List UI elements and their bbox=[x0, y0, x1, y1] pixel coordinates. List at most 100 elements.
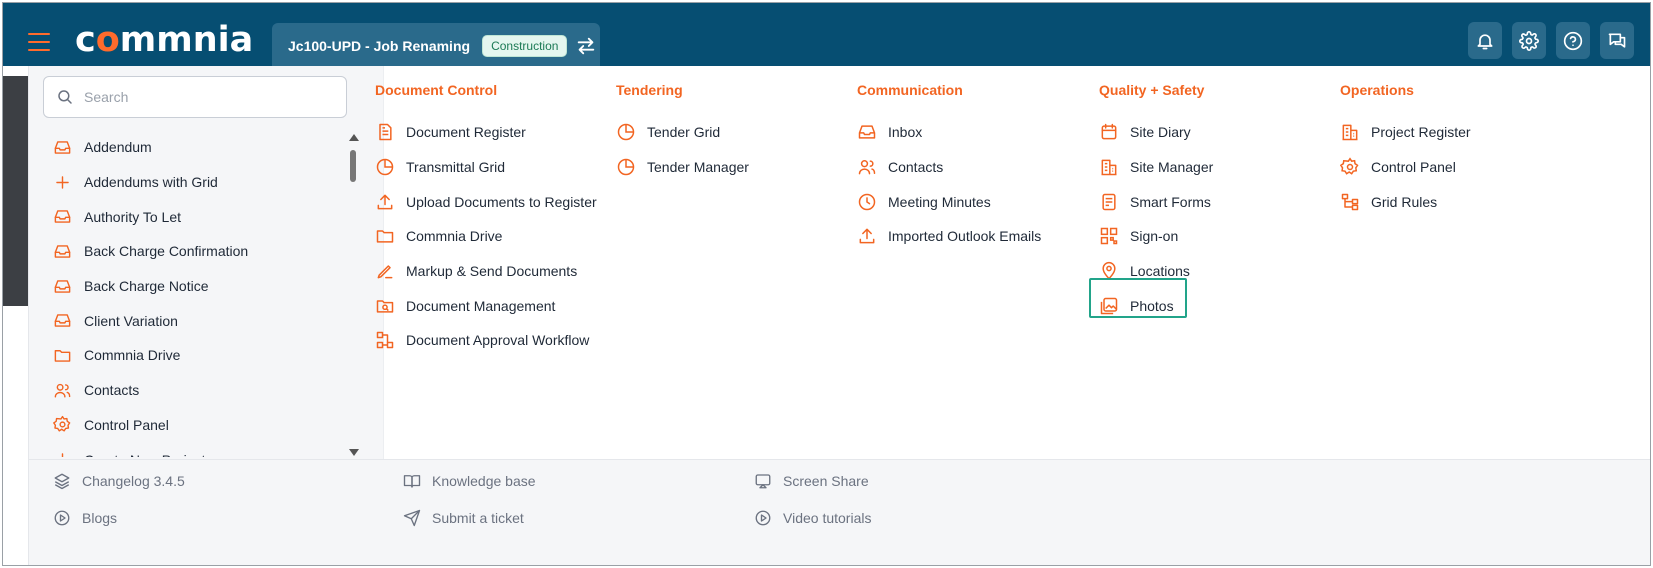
menu-item-control-panel[interactable]: Control Panel bbox=[1340, 150, 1580, 185]
users-icon bbox=[54, 383, 71, 398]
hamburger-menu-icon[interactable] bbox=[28, 33, 50, 53]
project-switcher[interactable]: Jc100-UPD - Job Renaming Construction bbox=[272, 23, 600, 68]
question-circle-icon bbox=[1563, 31, 1583, 50]
list-item[interactable]: Commnia Drive bbox=[29, 338, 359, 373]
list-item-label: Authority To Let bbox=[84, 208, 182, 225]
left-pane: Addendum Addendums with Grid Authority To … bbox=[29, 66, 384, 459]
settings-button[interactable] bbox=[1512, 22, 1546, 59]
send-icon bbox=[403, 509, 421, 527]
search-box[interactable] bbox=[43, 76, 347, 118]
photos-icon bbox=[1100, 297, 1118, 315]
inbox-icon bbox=[54, 279, 71, 293]
upload-icon bbox=[859, 228, 875, 244]
list-item[interactable]: Authority To Let bbox=[29, 199, 359, 234]
menu-item-transmittal-grid[interactable]: Transmittal Grid bbox=[375, 150, 615, 185]
list-item-label: Commnia Drive bbox=[84, 347, 181, 364]
map-pin-icon bbox=[1102, 262, 1116, 280]
users-icon bbox=[858, 160, 876, 175]
blogs-link[interactable]: Blogs bbox=[53, 509, 117, 527]
list-item-label: Back Charge Notice bbox=[84, 278, 209, 295]
project-type-badge: Construction bbox=[482, 34, 568, 57]
menu-item-markup-send[interactable]: Markup & Send Documents bbox=[375, 254, 615, 289]
menu-item-inbox[interactable]: Inbox bbox=[857, 115, 1097, 150]
book-icon bbox=[403, 475, 421, 488]
scrollbar[interactable] bbox=[347, 134, 359, 456]
list-item[interactable]: Back Charge Confirmation bbox=[29, 234, 359, 269]
list-item[interactable]: Create New Project bbox=[29, 442, 359, 457]
list-item-label: Addendum bbox=[84, 139, 152, 156]
list-item-label: Client Variation bbox=[84, 312, 178, 329]
column-operations: Operations Project Register Control Pane… bbox=[1340, 82, 1580, 219]
plus-icon bbox=[61, 453, 64, 457]
menu-item-commnia-drive[interactable]: Commnia Drive bbox=[375, 219, 615, 254]
menu-item-project-register[interactable]: Project Register bbox=[1340, 115, 1580, 150]
column-quality-safety: Quality + Safety Site Diary Site Manager… bbox=[1099, 82, 1339, 323]
menu-item-photos[interactable]: Photos bbox=[1099, 288, 1339, 323]
list-item[interactable]: Contacts bbox=[29, 373, 359, 408]
form-icon bbox=[1102, 193, 1116, 210]
list-item-label: Contacts bbox=[84, 382, 140, 399]
pen-icon bbox=[377, 265, 393, 279]
plus-icon bbox=[56, 175, 69, 189]
menu-item-locations[interactable]: Locations bbox=[1099, 254, 1339, 289]
column-title: Tendering bbox=[616, 82, 683, 98]
menu-item-tender-manager[interactable]: Tender Manager bbox=[616, 150, 856, 185]
menu-item-sign-on[interactable]: Sign-on bbox=[1099, 219, 1339, 254]
list-item[interactable]: Back Charge Notice bbox=[29, 269, 359, 304]
menu-item-meeting-minutes[interactable]: Meeting Minutes bbox=[857, 184, 1097, 219]
pie-chart-icon bbox=[617, 158, 635, 176]
document-icon bbox=[379, 124, 392, 141]
menu-item-document-management[interactable]: Document Management bbox=[375, 288, 615, 323]
menu-item-upload-documents[interactable]: Upload Documents to Register bbox=[375, 184, 615, 219]
menu-item-site-manager[interactable]: Site Manager bbox=[1099, 150, 1339, 185]
inbox-icon bbox=[54, 314, 71, 328]
list-item-label: Addendums with Grid bbox=[84, 174, 218, 191]
list-item-label: Create New Project bbox=[84, 452, 205, 457]
menu-item-contacts[interactable]: Contacts bbox=[857, 150, 1097, 185]
search-input[interactable] bbox=[84, 89, 324, 105]
swap-arrows-icon[interactable] bbox=[575, 35, 597, 57]
play-circle-icon bbox=[755, 510, 771, 526]
building-icon bbox=[1101, 159, 1117, 176]
pie-chart-icon bbox=[617, 124, 635, 141]
chat-icon bbox=[1608, 33, 1626, 48]
commnia-logo[interactable]: commnia bbox=[75, 20, 253, 60]
list-item-label: Back Charge Confirmation bbox=[84, 243, 249, 260]
scroll-thumb[interactable] bbox=[350, 150, 356, 182]
background-image-strip bbox=[3, 76, 28, 306]
menu-item-grid-rules[interactable]: Grid Rules bbox=[1340, 184, 1580, 219]
workflow-icon bbox=[376, 332, 394, 349]
bell-icon bbox=[1477, 33, 1493, 49]
flow-rules-icon bbox=[1341, 193, 1359, 210]
column-document-control: Document Control Document Register Trans… bbox=[375, 82, 615, 358]
column-title: Quality + Safety bbox=[1099, 82, 1205, 98]
menu-item-approval-workflow[interactable]: Document Approval Workflow bbox=[375, 323, 615, 358]
column-communication: Communication Inbox Contacts Meeting Min… bbox=[857, 82, 1097, 254]
submit-ticket-link[interactable]: Submit a ticket bbox=[403, 509, 524, 527]
list-item[interactable]: Addendum bbox=[29, 130, 359, 165]
menu-item-document-register[interactable]: Document Register bbox=[375, 115, 615, 150]
notifications-button[interactable] bbox=[1468, 22, 1502, 59]
video-tutorials-link[interactable]: Video tutorials bbox=[754, 509, 871, 527]
menu-item-imported-outlook[interactable]: Imported Outlook Emails bbox=[857, 219, 1097, 254]
folder-icon bbox=[54, 350, 71, 362]
scroll-down-arrow-icon[interactable] bbox=[349, 449, 359, 456]
menu-item-site-diary[interactable]: Site Diary bbox=[1099, 115, 1339, 150]
list-item[interactable]: Client Variation bbox=[29, 303, 359, 338]
help-button[interactable] bbox=[1556, 22, 1590, 59]
list-item[interactable]: Addendums with Grid bbox=[29, 165, 359, 200]
menu-item-tender-grid[interactable]: Tender Grid bbox=[616, 115, 856, 150]
list-item[interactable]: Control Panel bbox=[29, 408, 359, 443]
inbox-icon bbox=[54, 245, 71, 258]
scroll-up-arrow-icon[interactable] bbox=[349, 134, 359, 141]
changelog-link[interactable]: Changelog 3.4.5 bbox=[53, 472, 185, 490]
layers-icon bbox=[54, 473, 70, 490]
column-tendering: Tendering Tender Grid Tender Manager bbox=[616, 82, 856, 184]
menu-footer: Changelog 3.4.5 Knowledge base Screen Sh… bbox=[29, 459, 1650, 565]
menu-item-smart-forms[interactable]: Smart Forms bbox=[1099, 184, 1339, 219]
top-bar: commnia Jc100-UPD - Job Renaming Constru… bbox=[3, 3, 1650, 68]
screen-share-link[interactable]: Screen Share bbox=[754, 472, 869, 490]
chat-button[interactable] bbox=[1600, 22, 1634, 59]
knowledge-base-link[interactable]: Knowledge base bbox=[403, 472, 536, 490]
search-icon bbox=[58, 90, 72, 104]
